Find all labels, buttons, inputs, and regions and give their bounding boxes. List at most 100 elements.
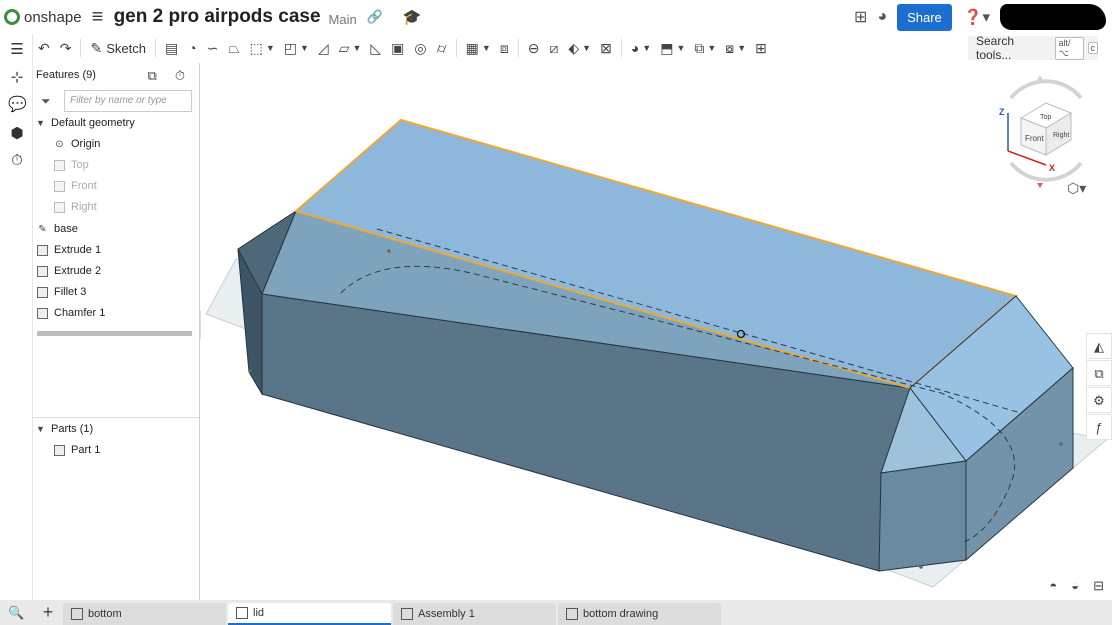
chevron-down-icon[interactable]: ▼ xyxy=(36,118,46,128)
workspace-name[interactable]: Main xyxy=(329,12,357,27)
revolve-icon[interactable]: ◔ xyxy=(188,40,196,56)
share-button[interactable]: Share xyxy=(897,3,952,31)
orbit-ring[interactable] xyxy=(1009,79,1083,100)
chevron-down-icon[interactable]: ▼ xyxy=(36,424,46,434)
insert-icon[interactable]: ⊹ xyxy=(8,68,26,86)
named-views-icon[interactable]: ⊟ xyxy=(1093,578,1104,594)
notifications-icon[interactable]: ◕ xyxy=(877,8,887,26)
appearance-panel-icon[interactable]: ◭ xyxy=(1086,333,1112,359)
app-store-icon[interactable]: ⊞ xyxy=(854,7,867,27)
filter-icon[interactable]: ⏷ xyxy=(41,94,51,109)
display-mode-icon[interactable]: ◒ xyxy=(1071,578,1079,594)
help-icon[interactable]: ❓▾ xyxy=(964,8,990,26)
measure-icon[interactable]: ⧇ xyxy=(725,40,734,57)
view-options-icon[interactable]: ⬡▾ xyxy=(1067,180,1086,197)
chevron-down-icon[interactable]: ▼ xyxy=(352,43,361,53)
add-folder-icon[interactable]: ⧉ xyxy=(148,68,157,83)
feature-item[interactable]: ✎ base xyxy=(36,220,78,238)
cylinder-icon[interactable]: ⌭ xyxy=(437,40,447,57)
chevron-down-icon[interactable]: ▼ xyxy=(582,43,591,53)
undo-icon[interactable]: ↶ xyxy=(38,40,50,57)
plane-icon[interactable]: ⬒ xyxy=(660,40,673,57)
onshape-logo[interactable]: onshape xyxy=(4,9,82,26)
chevron-down-icon[interactable]: ▼ xyxy=(737,43,746,53)
vertex-dot xyxy=(919,565,923,569)
filter-input[interactable]: Filter by name or type xyxy=(64,90,192,112)
feature-top-plane[interactable]: Top xyxy=(53,156,89,174)
top-right-actions: ⊞ ◕ Share ❓▾ xyxy=(854,0,1112,34)
feature-item[interactable]: Fillet 3 xyxy=(36,283,86,301)
delete-part-icon[interactable]: ⊠ xyxy=(600,40,612,57)
rollback-bar[interactable] xyxy=(37,331,192,336)
section-view-icon[interactable]: ◓ xyxy=(1049,578,1057,594)
rotate-down-arrow[interactable] xyxy=(1037,183,1043,188)
feature-list-icon[interactable]: ☰ xyxy=(8,40,26,58)
rib-icon[interactable]: ◺ xyxy=(370,40,381,57)
chamfer-icon[interactable]: ◿ xyxy=(318,40,329,57)
part-item[interactable]: Part 1 xyxy=(53,441,100,459)
thicken-icon[interactable]: ⬚ xyxy=(250,40,263,57)
part-icon xyxy=(53,444,66,457)
chevron-down-icon[interactable]: ▼ xyxy=(300,43,309,53)
feature-front-plane[interactable]: Front xyxy=(53,177,97,195)
graphics-viewport[interactable]: Top Front Right Z X ⬡▾ ◭ ⧉ ⚙ ƒ ◓ ◒ ⊟ xyxy=(201,63,1112,600)
origin-icon: ⊙ xyxy=(55,138,64,150)
plane-icon xyxy=(53,201,66,214)
appearance-icon[interactable]: ⬢ xyxy=(8,124,26,142)
variables-icon[interactable]: ƒ xyxy=(1086,414,1112,440)
mate-panel-icon[interactable]: ⚙ xyxy=(1086,387,1112,413)
feature-item[interactable]: Extrude 1 xyxy=(36,241,101,259)
feature-origin[interactable]: ⊙ Origin xyxy=(53,135,100,153)
model-render[interactable] xyxy=(201,63,1112,600)
boolean-icon[interactable]: ⊖ xyxy=(528,40,540,57)
chevron-down-icon[interactable]: ▼ xyxy=(482,43,491,53)
tab-assembly-1[interactable]: Assembly 1 xyxy=(393,603,556,625)
account-menu-redacted[interactable] xyxy=(1000,4,1106,30)
tab-bottom[interactable]: bottom xyxy=(63,603,226,625)
parts-folder[interactable]: ▼ Parts (1) xyxy=(36,420,93,438)
mirror-icon[interactable]: ⧈ xyxy=(500,40,509,57)
parts-panel-icon[interactable]: ⧉ xyxy=(1086,360,1112,386)
extrude-icon[interactable]: ▤ xyxy=(165,40,178,57)
zoom-search-icon[interactable]: 🔍 xyxy=(0,600,33,625)
feature-item[interactable]: Chamfer 1 xyxy=(36,304,105,322)
transform-icon[interactable]: ⬖ xyxy=(568,40,579,57)
loft-icon[interactable]: ⏢ xyxy=(228,40,239,57)
search-tools-input[interactable]: Search tools... alt/⌥ c xyxy=(968,34,1098,62)
fillet-icon[interactable]: ◰ xyxy=(284,40,297,57)
top-plane-label: Top xyxy=(71,159,89,171)
pattern-icon[interactable]: ▦ xyxy=(466,40,479,57)
sheet-metal-icon[interactable]: ⧉ xyxy=(694,40,704,57)
chevron-down-icon[interactable]: ▼ xyxy=(707,43,716,53)
history-icon[interactable]: ⏱ xyxy=(8,152,26,169)
sketch-button[interactable]: ✎ Sketch xyxy=(90,40,145,57)
feature-item[interactable]: Extrude 2 xyxy=(36,262,101,280)
chevron-down-icon[interactable]: ▼ xyxy=(266,43,275,53)
feature-right-plane[interactable]: Right xyxy=(53,198,97,216)
redo-icon[interactable]: ↷ xyxy=(60,40,72,57)
rotate-up-arrow[interactable] xyxy=(1037,75,1043,80)
part-label: Part 1 xyxy=(71,444,101,456)
toolbar-divider xyxy=(620,39,622,57)
tab-lid[interactable]: lid xyxy=(228,603,391,625)
draft-icon[interactable]: ⏥ xyxy=(339,40,350,57)
add-tab-button[interactable]: + xyxy=(33,600,63,625)
extrude-icon xyxy=(36,265,49,278)
chevron-down-icon[interactable]: ▼ xyxy=(676,43,685,53)
chevron-down-icon[interactable]: ▼ xyxy=(642,43,651,53)
link-icon[interactable]: 🔗 xyxy=(367,9,383,25)
comments-icon[interactable]: 💬 xyxy=(8,95,27,113)
tab-bottom-drawing[interactable]: bottom drawing xyxy=(558,603,721,625)
add-custom-feature-icon[interactable]: ⊞ xyxy=(755,40,767,57)
rollback-timer-icon[interactable]: ⏱ xyxy=(175,68,185,83)
modify-fillet-icon[interactable]: ◕ xyxy=(631,40,639,56)
learning-center-icon[interactable]: 🎓 xyxy=(403,8,422,26)
hole-icon[interactable]: ◎ xyxy=(414,40,426,57)
default-geometry-folder[interactable]: ▼ Default geometry xyxy=(36,114,135,132)
split-icon[interactable]: ⧄ xyxy=(549,40,558,57)
menu-icon[interactable]: ≡ xyxy=(92,6,108,29)
document-title[interactable]: gen 2 pro airpods case xyxy=(114,6,321,28)
sweep-icon[interactable]: ∽ xyxy=(207,40,219,57)
shell-icon[interactable]: ▣ xyxy=(391,40,404,57)
orbit-ring[interactable] xyxy=(1009,161,1083,182)
